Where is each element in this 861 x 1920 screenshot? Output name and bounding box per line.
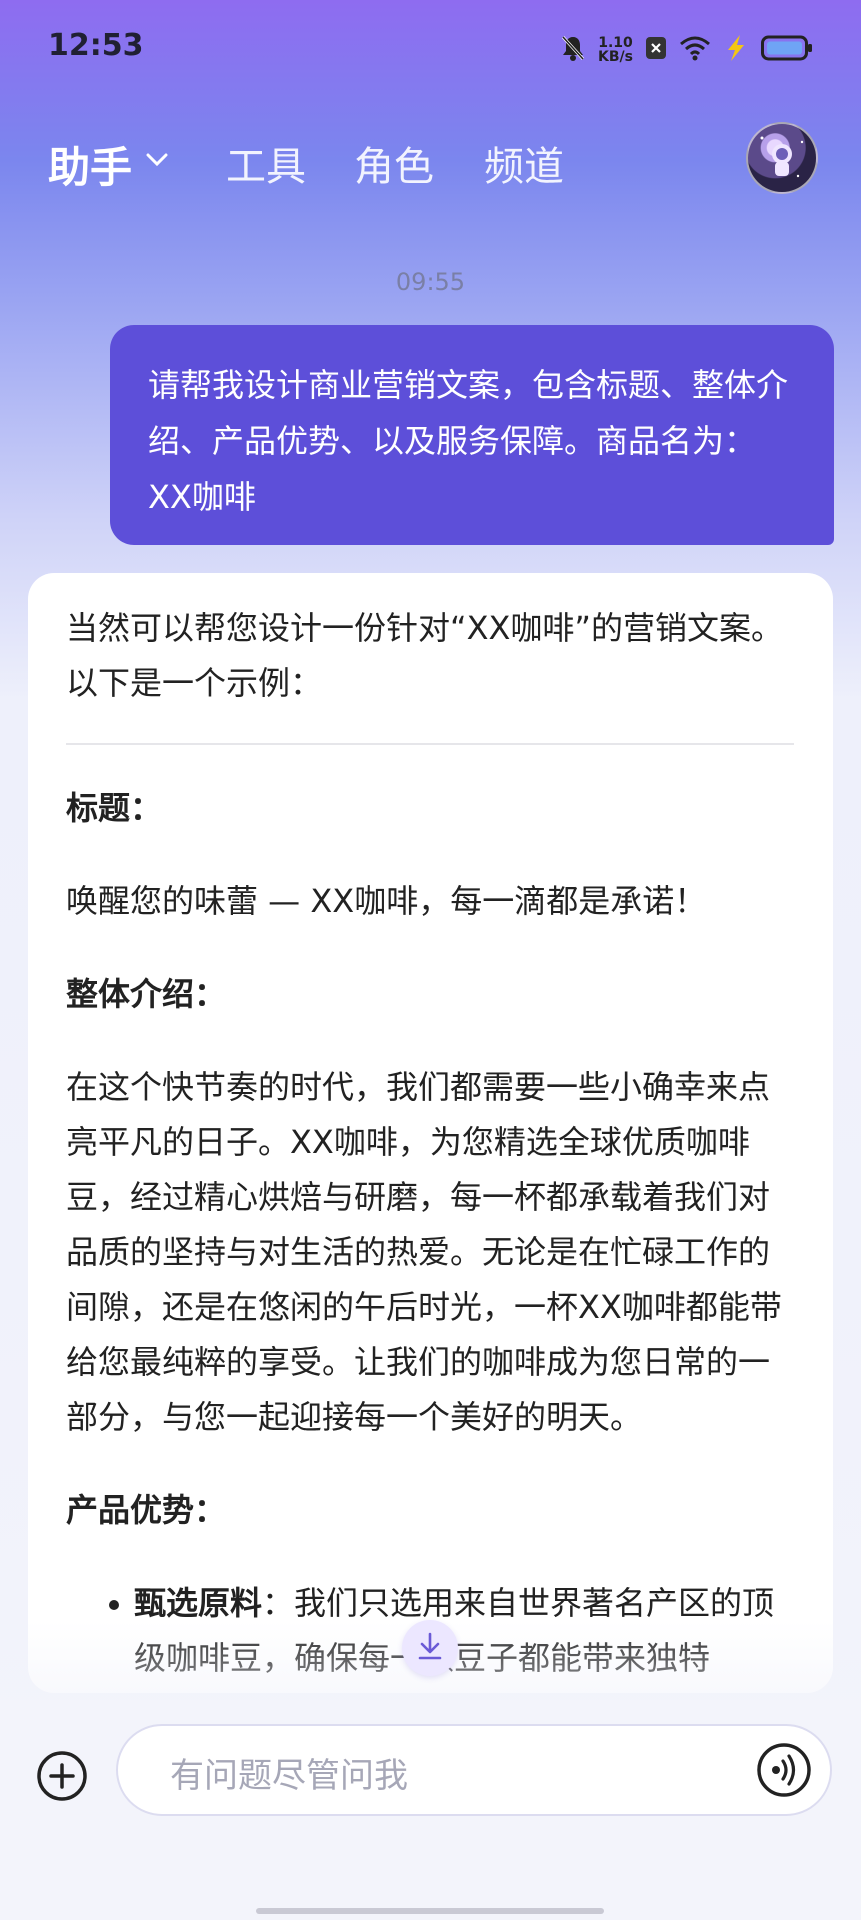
close-badge-icon [645, 36, 667, 64]
section-title-heading: 标题： [66, 789, 163, 827]
voice-input-button[interactable] [756, 1742, 812, 1798]
add-button[interactable] [36, 1750, 88, 1802]
user-message-bubble[interactable]: 请帮我设计商业营销文案，包含标题、整体介绍、产品优势、以及服务保障。商品名为：X… [110, 325, 834, 545]
status-bar: 12:53 1.10 KB/s [0, 0, 861, 100]
net-speed-value: 1.10 [598, 35, 633, 51]
status-time: 12:53 [48, 28, 144, 63]
title-text: 唤醒您的味蕾 — XX咖啡，每一滴都是承诺！ [66, 882, 707, 920]
message-timestamp: 09:55 [395, 268, 466, 296]
status-icons: 1.10 KB/s [560, 30, 813, 70]
charging-bolt-icon [723, 34, 749, 66]
overview-text: 在这个快节奏的时代，我们都需要一些小确幸来点亮平凡的日子。XX咖啡，为您精选全球… [66, 1068, 782, 1436]
tab-channels[interactable]: 频道 [484, 134, 564, 192]
battery-icon [761, 35, 813, 65]
net-speed-unit: KB/s [598, 49, 633, 65]
header-tabs: 助手 工具 角色 频道 [0, 110, 861, 210]
mute-bell-icon [560, 34, 586, 66]
section-advantages-heading: 产品优势： [66, 1491, 227, 1529]
voice-wave-icon [756, 1743, 812, 1802]
assistant-message-card[interactable]: 当然可以帮您设计一份针对“XX咖啡”的营销文案。以下是一个示例： 标题： 唤醒您… [28, 573, 833, 1693]
user-message-text: 请帮我设计商业营销文案，包含标题、整体介绍、产品优势、以及服务保障。商品名为：X… [148, 366, 789, 516]
tab-roles[interactable]: 角色 [354, 134, 434, 192]
tab-assistant[interactable]: 助手 [48, 134, 132, 195]
arrow-down-icon [416, 1631, 444, 1665]
chevron-down-icon[interactable] [146, 152, 168, 171]
advantage-label: 甄选原料 [134, 1584, 263, 1622]
section-overview-heading: 整体介绍： [66, 975, 227, 1013]
net-speed: 1.10 KB/s [598, 36, 633, 64]
plus-circle-icon [36, 1751, 88, 1806]
input-bar: 有问题尽管问我 [0, 1700, 861, 1860]
message-input[interactable]: 有问题尽管问我 [116, 1724, 832, 1816]
home-indicator[interactable] [256, 1908, 604, 1914]
assistant-message-content: 当然可以帮您设计一份针对“XX咖啡”的营销文案。以下是一个示例： 标题： 唤醒您… [66, 601, 794, 1686]
tab-tools[interactable]: 工具 [226, 134, 306, 192]
scroll-to-bottom-button[interactable] [402, 1620, 458, 1676]
assistant-intro: 当然可以帮您设计一份针对“XX咖啡”的营销文案。以下是一个示例： [66, 609, 784, 702]
bullet-dot [109, 1600, 119, 1610]
avatar[interactable] [746, 122, 818, 194]
divider [66, 743, 794, 745]
wifi-icon [679, 35, 711, 65]
input-placeholder: 有问题尽管问我 [170, 1756, 408, 1796]
